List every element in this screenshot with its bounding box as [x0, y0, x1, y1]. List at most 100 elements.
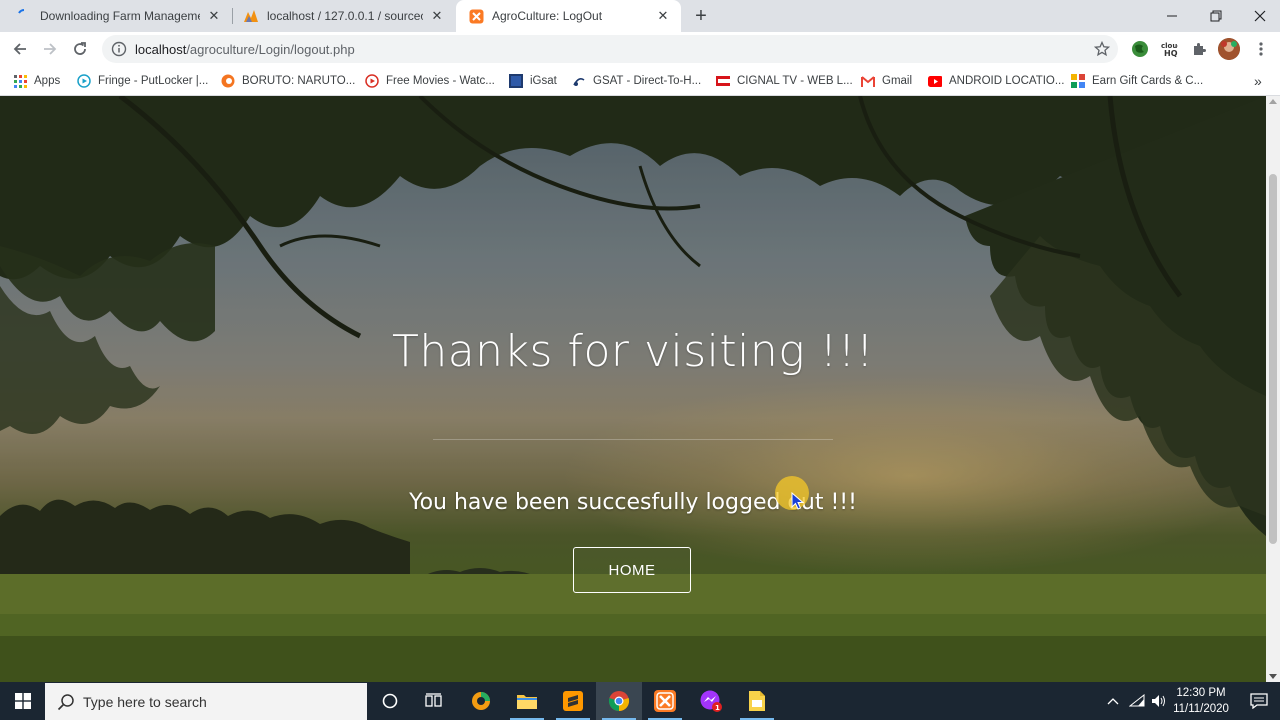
minimize-button[interactable] [1150, 0, 1194, 32]
xampp-icon [654, 690, 676, 712]
back-button[interactable] [8, 37, 32, 61]
chrome-icon [608, 691, 630, 712]
bookmark-gsat[interactable]: GSAT - Direct-To-H... [572, 72, 701, 90]
tab-agroculture-logout[interactable]: AgroCulture: LogOut ✕ [456, 0, 681, 32]
scrollbar-thumb[interactable] [1269, 174, 1277, 544]
bookmarks-overflow-chevron-icon[interactable]: » [1254, 72, 1262, 90]
search-icon [57, 693, 74, 710]
taskbar-chrome[interactable] [596, 682, 642, 720]
page-scrollbar[interactable] [1266, 96, 1280, 682]
extensions-puzzle-icon[interactable] [1190, 40, 1208, 58]
tab-downloading-farm[interactable]: Downloading Farm Management ✕ [0, 0, 232, 32]
close-window-button[interactable] [1238, 0, 1280, 32]
close-tab-icon[interactable]: ✕ [655, 8, 671, 24]
bookmark-apps[interactable]: Apps [13, 72, 60, 90]
hero-background-image [0, 96, 1266, 682]
clock-date: 11/11/2020 [1173, 703, 1229, 715]
gsat-icon [572, 74, 586, 88]
giftcards-icon [1071, 74, 1085, 88]
task-view-icon [425, 693, 442, 707]
arrow-left-icon [13, 43, 26, 55]
bookmark-boruto[interactable]: BORUTO: NARUTO... [221, 72, 355, 90]
bookmark-free-movies[interactable]: Free Movies - Watc... [365, 72, 495, 90]
taskbar-xampp[interactable] [642, 682, 688, 720]
svg-text:HQ: HQ [1164, 49, 1178, 58]
restore-button[interactable] [1194, 0, 1238, 32]
bookmark-cignal[interactable]: CIGNAL TV - WEB L... [716, 72, 853, 90]
volume-icon[interactable] [1150, 682, 1168, 720]
taskbar-sublime-text[interactable] [550, 682, 596, 720]
browser-menu-icon[interactable] [1252, 40, 1270, 58]
scroll-down-arrow-icon[interactable] [1269, 674, 1277, 679]
taskbar-clock[interactable]: 12:30 PM 11/11/2020 [1168, 685, 1234, 717]
folder-icon [517, 695, 537, 709]
tab-title: localhost / 127.0.0.1 / sourcecod [267, 9, 423, 23]
bookmark-earn-gift-cards[interactable]: Earn Gift Cards & C... [1071, 72, 1203, 90]
close-tab-icon[interactable]: ✕ [429, 8, 445, 24]
crunchyroll-icon [221, 74, 235, 88]
taskbar-messenger[interactable]: 1 [688, 682, 734, 720]
mouse-pointer-icon [791, 492, 805, 510]
url-text[interactable]: localhost/agroculture/Login/logout.php [135, 42, 355, 57]
youtube-icon [928, 74, 942, 88]
movies-icon [365, 74, 379, 88]
forward-button[interactable] [38, 37, 62, 61]
apps-grid-icon [13, 74, 27, 88]
cignal-icon [716, 74, 730, 88]
bookmark-label: Apps [34, 75, 61, 87]
tab-title: AgroCulture: LogOut [492, 9, 603, 23]
home-button[interactable]: HOME [573, 547, 691, 593]
messenger-icon: 1 [700, 690, 722, 712]
bookmark-gmail[interactable]: Gmail [861, 72, 912, 90]
taskbar-file-explorer[interactable] [504, 682, 550, 720]
windows-logo-icon [14, 693, 31, 709]
start-button[interactable] [0, 682, 45, 720]
new-tab-button[interactable]: + [690, 6, 712, 26]
cortana-circle-icon [382, 693, 398, 709]
close-tab-icon[interactable]: ✕ [206, 8, 222, 24]
bookmark-android-location[interactable]: ANDROID LOCATIO... [928, 72, 1064, 90]
bookmark-putlocker[interactable]: Fringe - PutLocker |... [77, 72, 208, 90]
taskbar-search-box[interactable]: Type here to search [45, 683, 367, 720]
cortana-button[interactable] [367, 682, 413, 720]
putlocker-icon [77, 74, 91, 88]
document-icon [749, 691, 765, 711]
bookmark-label: Fringe - PutLocker |... [98, 75, 209, 87]
search-placeholder: Type here to search [83, 693, 207, 710]
page-title: Thanks for visiting !!! [391, 326, 875, 377]
reload-icon [74, 42, 86, 55]
bookmark-star-icon[interactable] [1094, 41, 1110, 57]
bookmark-label: BORUTO: NARUTO... [242, 75, 356, 87]
bookmark-label: iGsat [530, 75, 557, 87]
address-bar[interactable]: localhost/agroculture/Login/logout.php [102, 35, 1118, 63]
tab-title: Downloading Farm Management [40, 9, 200, 23]
igsat-icon [509, 74, 523, 88]
info-icon[interactable] [111, 41, 127, 57]
wifi-icon[interactable] [1128, 682, 1146, 720]
taskbar-document[interactable] [734, 682, 780, 720]
page-hero: Thanks for visiting !!! You have been su… [0, 96, 1266, 682]
url-path: /agroculture/Login/logout.php [186, 41, 355, 57]
notification-icon [1250, 693, 1268, 709]
windows-taskbar: Type here to search 1 12:30 PM 11/11/202… [0, 682, 1280, 720]
tab-strip: Downloading Farm Management ✕ localhost … [0, 0, 1280, 32]
scroll-up-arrow-icon[interactable] [1269, 99, 1277, 104]
title-divider [433, 439, 833, 440]
extension-cloud-hq-icon[interactable]: cloudHQ [1160, 40, 1178, 58]
bookmark-label: ANDROID LOCATIO... [949, 75, 1065, 87]
url-host: localhost [135, 41, 187, 57]
sublime-text-icon [563, 691, 583, 711]
action-center-button[interactable] [1238, 682, 1280, 720]
xampp-favicon-icon [468, 8, 484, 24]
profile-avatar[interactable] [1218, 38, 1240, 60]
bookmark-label: Free Movies - Watc... [386, 75, 495, 87]
extension-globe-icon[interactable] [1131, 40, 1149, 58]
taskbar-app-green[interactable] [458, 682, 504, 720]
bookmark-igsat[interactable]: iGsat [509, 72, 557, 90]
tab-phpmyadmin[interactable]: localhost / 127.0.0.1 / sourcecod ✕ [233, 0, 455, 32]
bookmark-label: Gmail [882, 75, 913, 87]
task-view-button[interactable] [411, 682, 457, 720]
reload-button[interactable] [68, 37, 92, 61]
clock-time: 12:30 PM [1176, 687, 1226, 699]
tray-overflow-chevron-icon[interactable] [1104, 682, 1122, 720]
